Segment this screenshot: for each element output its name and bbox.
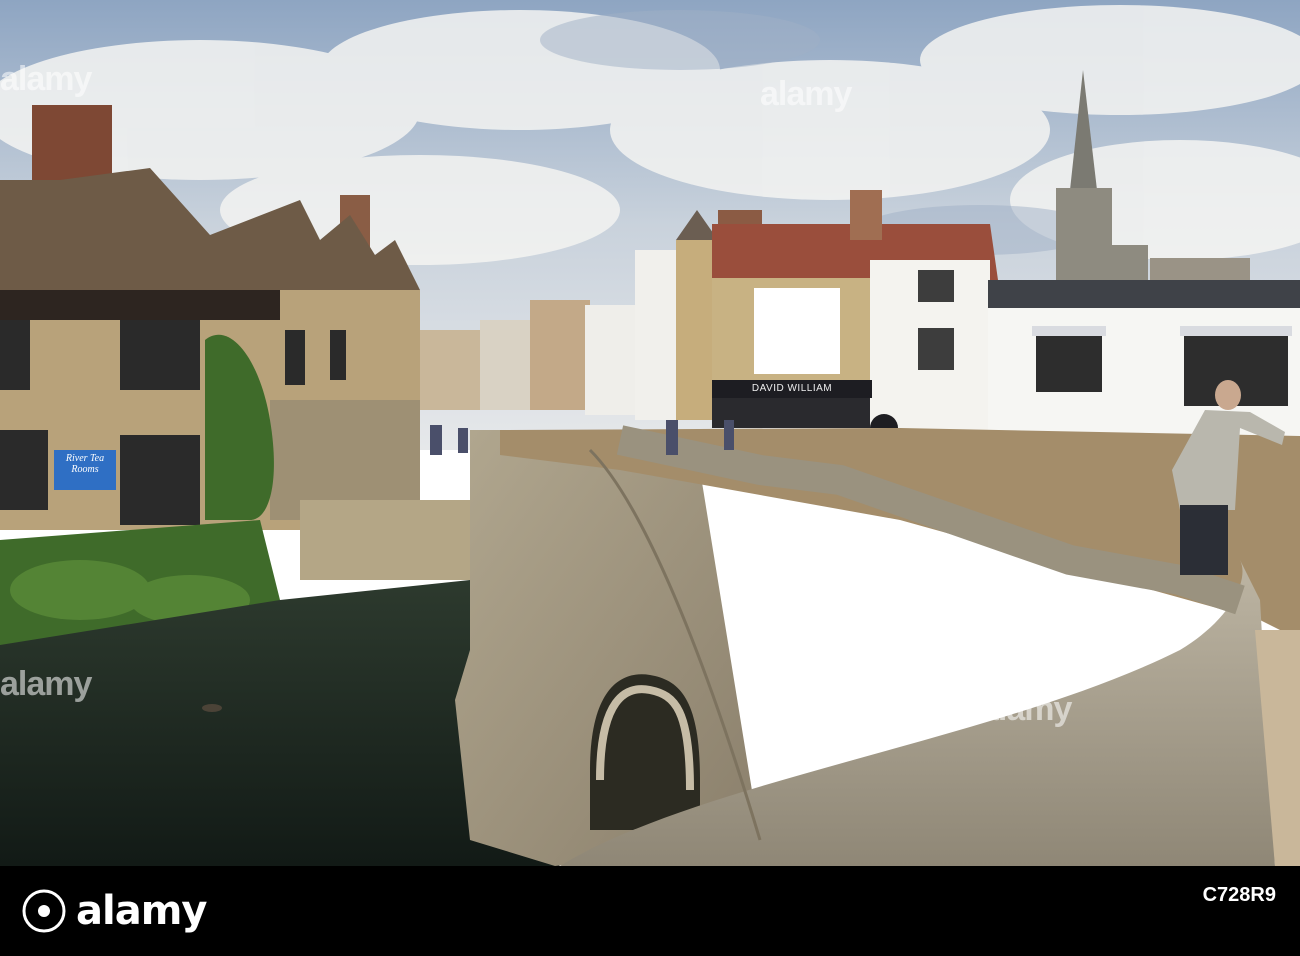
watermark-logo: alamy (0, 60, 92, 98)
watermark-logo: alamy (980, 690, 1072, 728)
riverside-wall (300, 500, 480, 580)
shopfront-sign: DAVID WILLIAM (712, 380, 872, 398)
footer-bar: alamy C728R9 (0, 866, 1300, 956)
photograph: River Tea Rooms DAVID WILLIAM alamy alam… (0, 0, 1300, 866)
alamy-badge-icon (20, 887, 68, 935)
watermark-logo: alamy (0, 665, 92, 703)
alamy-logo: alamy (20, 884, 207, 938)
scene (0, 0, 1300, 866)
river-tea-rooms-sign: River Tea Rooms (54, 450, 116, 490)
image-info: C728R9 (1203, 880, 1276, 909)
alamy-logo-text: alamy (76, 888, 207, 934)
bridge (455, 425, 1300, 866)
watermark-logo: alamy (760, 75, 852, 113)
image-id: C728R9 (1202, 884, 1276, 906)
